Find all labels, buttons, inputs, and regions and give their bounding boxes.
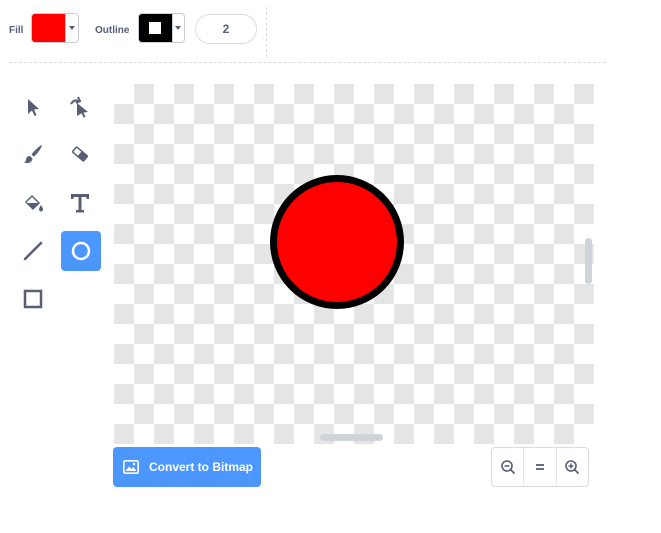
zoom-in-icon xyxy=(565,460,580,474)
reshape-tool-button[interactable] xyxy=(60,87,100,127)
vertical-scrollbar[interactable] xyxy=(585,238,592,284)
horizontal-scrollbar[interactable] xyxy=(320,434,383,441)
fill-tool-button[interactable] xyxy=(13,183,53,223)
eraser-tool-button[interactable] xyxy=(60,134,100,174)
circle-icon xyxy=(71,241,91,261)
fill-color-picker[interactable] xyxy=(31,13,79,43)
select-tool-button[interactable] xyxy=(13,87,53,127)
line-icon xyxy=(23,241,43,261)
rectangle-icon xyxy=(23,289,43,309)
outline-swatch xyxy=(139,14,172,42)
brush-tool-button[interactable] xyxy=(13,134,53,174)
toolbar-separator xyxy=(9,62,606,63)
outline-label: Outline xyxy=(95,25,130,36)
text-tool-button[interactable] xyxy=(60,183,100,223)
fill-swatch xyxy=(32,14,66,42)
rectangle-tool-button[interactable] xyxy=(13,279,53,319)
zoom-controls xyxy=(491,447,589,487)
text-icon xyxy=(71,194,89,213)
fill-label: Fill xyxy=(9,25,24,36)
red-circle-shape[interactable] xyxy=(270,175,404,309)
zoom-reset-button[interactable] xyxy=(524,448,557,486)
line-tool-button[interactable] xyxy=(13,231,53,271)
eraser-icon xyxy=(71,146,89,162)
convert-to-bitmap-button[interactable]: Convert to Bitmap xyxy=(113,447,261,487)
outline-width-input[interactable]: 2 xyxy=(195,14,257,44)
paint-bucket-icon xyxy=(25,195,43,212)
brush-icon xyxy=(24,145,42,164)
chevron-down-icon xyxy=(65,14,78,42)
zoom-out-icon xyxy=(500,460,515,474)
zoom-out-button[interactable] xyxy=(492,448,525,486)
chevron-down-icon xyxy=(171,14,184,42)
image-icon xyxy=(123,460,139,474)
arrow-select-icon xyxy=(28,99,39,116)
circle-tool-button[interactable] xyxy=(61,231,101,271)
toolbar-divider xyxy=(266,7,267,57)
convert-label: Convert to Bitmap xyxy=(149,460,254,474)
reshape-icon xyxy=(70,96,88,118)
outline-color-picker[interactable] xyxy=(138,13,185,43)
zoom-in-button[interactable] xyxy=(557,448,588,486)
paint-toolbar: Fill Outline 2 xyxy=(0,0,661,62)
paint-canvas[interactable] xyxy=(114,84,594,444)
equals-icon xyxy=(535,464,544,470)
